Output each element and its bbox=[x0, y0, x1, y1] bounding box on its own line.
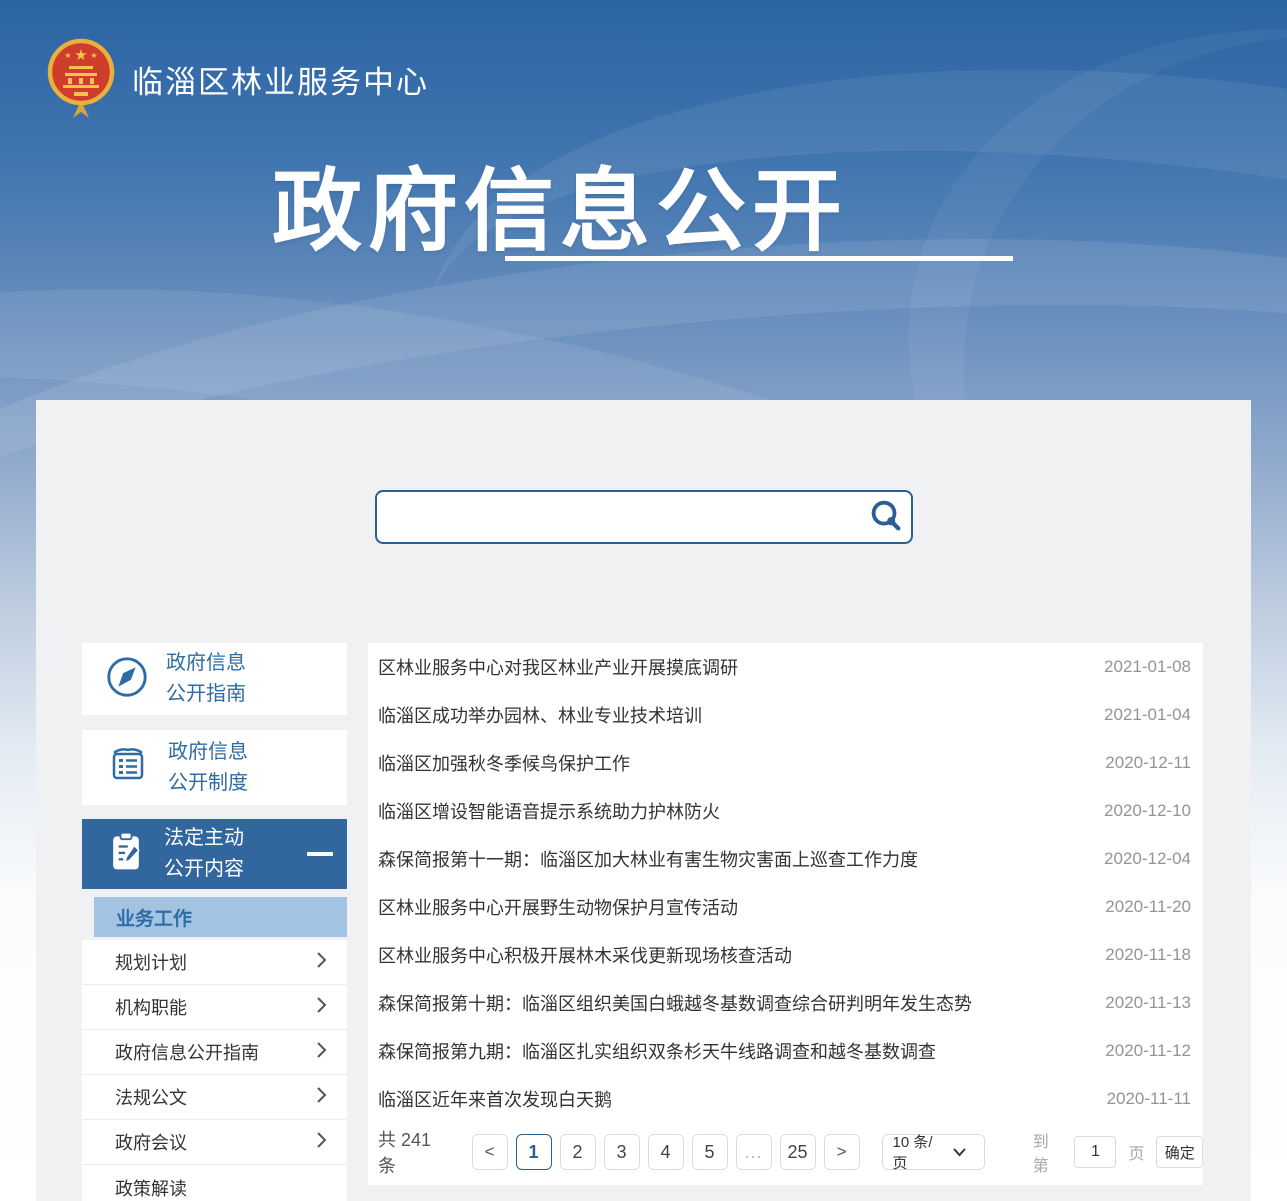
svg-text:★: ★ bbox=[74, 47, 87, 64]
news-title: 临淄区近年来首次发现白天鹅 bbox=[378, 1086, 612, 1112]
submenu-item-info-guide[interactable]: 政府信息公开指南 bbox=[82, 1030, 347, 1075]
more-pages-button[interactable]: ... bbox=[736, 1134, 772, 1170]
submenu-item-policy-interpretation[interactable]: 政策解读 bbox=[82, 1165, 347, 1201]
sidebar-item-business-work-active[interactable]: 业务工作 bbox=[94, 897, 347, 937]
sidebar-item-label: 法定主动 公开内容 bbox=[164, 823, 244, 885]
sidebar: 政府信息 公开指南 政府信息 公开制度 bbox=[82, 643, 347, 1201]
svg-text:★: ★ bbox=[64, 51, 71, 60]
active-item-label: 业务工作 bbox=[116, 904, 192, 931]
sidebar-item-label: 政府信息 公开指南 bbox=[166, 648, 246, 710]
news-row[interactable]: 临淄区近年来首次发现白天鹅 2020-11-11 bbox=[368, 1075, 1203, 1123]
news-title: 临淄区成功举办园林、林业专业技术培训 bbox=[378, 702, 702, 728]
content-panel: 政府信息 公开指南 政府信息 公开制度 bbox=[36, 400, 1251, 1201]
page-button-25[interactable]: 25 bbox=[780, 1134, 816, 1170]
news-row[interactable]: 临淄区增设智能语音提示系统助力护林防火 2020-12-10 bbox=[368, 787, 1203, 835]
clipboard-pencil-icon bbox=[104, 829, 148, 880]
page-title: 政府信息公开 bbox=[272, 138, 848, 268]
news-date: 2020-12-10 bbox=[1104, 801, 1191, 821]
news-row[interactable]: 区林业服务中心积极开展林木采伐更新现场核查活动 2020-11-18 bbox=[368, 931, 1203, 979]
next-page-button[interactable]: > bbox=[824, 1134, 860, 1170]
news-row[interactable]: 森保简报第十一期：临淄区加大林业有害生物灾害面上巡查工作力度 2020-12-0… bbox=[368, 835, 1203, 883]
goto-prefix-label: 到第 bbox=[1033, 1128, 1063, 1176]
search-icon bbox=[866, 497, 904, 538]
submenu-item-meetings[interactable]: 政府会议 bbox=[82, 1120, 347, 1165]
news-row[interactable]: 区林业服务中心开展野生动物保护月宣传活动 2020-11-20 bbox=[368, 883, 1203, 931]
news-date: 2021-01-04 bbox=[1104, 705, 1191, 725]
compass-icon bbox=[104, 654, 150, 705]
news-date: 2020-11-12 bbox=[1105, 1041, 1191, 1061]
sidebar-submenu: 规划计划 机构职能 政府信息公开指南 法规公文 政府会议 政策解读 bbox=[82, 940, 347, 1201]
search-box bbox=[375, 490, 913, 544]
news-title: 区林业服务中心积极开展林木采伐更新现场核查活动 bbox=[378, 942, 792, 968]
news-date: 2020-11-11 bbox=[1107, 1089, 1191, 1109]
news-title: 临淄区加强秋冬季候鸟保护工作 bbox=[378, 750, 630, 776]
pagination: 共 241 条 < 1 2 3 4 5 ... 25 > 10 条/页 到第 页… bbox=[368, 1133, 1203, 1171]
news-date: 2020-12-11 bbox=[1105, 753, 1191, 773]
news-date: 2020-11-18 bbox=[1105, 945, 1191, 965]
news-title: 森保简报第十期：临淄区组织美国白蛾越冬基数调查综合研判明年发生态势 bbox=[378, 990, 972, 1016]
chevron-right-icon bbox=[316, 1086, 327, 1109]
chevron-right-icon bbox=[316, 951, 327, 974]
chevron-right-icon bbox=[316, 1041, 327, 1064]
news-title: 森保简报第十一期：临淄区加大林业有害生物灾害面上巡查工作力度 bbox=[378, 846, 918, 872]
news-row[interactable]: 森保简报第九期：临淄区扎实组织双条杉天牛线路调查和越冬基数调查 2020-11-… bbox=[368, 1027, 1203, 1075]
total-count: 共 241 条 bbox=[378, 1126, 452, 1178]
page-button-4[interactable]: 4 bbox=[648, 1134, 684, 1170]
news-row[interactable]: 临淄区成功举办园林、林业专业技术培训 2021-01-04 bbox=[368, 691, 1203, 739]
news-title: 区林业服务中心开展野生动物保护月宣传活动 bbox=[378, 894, 738, 920]
site-name: 临淄区林业服务中心 bbox=[132, 57, 429, 102]
prev-page-button[interactable]: < bbox=[472, 1134, 508, 1170]
national-emblem-icon: ★ ★ ★ bbox=[44, 36, 118, 122]
news-title: 区林业服务中心对我区林业产业开展摸底调研 bbox=[378, 654, 738, 680]
news-date: 2020-11-13 bbox=[1105, 993, 1191, 1013]
sidebar-item-gov-info-system[interactable]: 政府信息 公开制度 bbox=[82, 730, 347, 805]
document-icon bbox=[104, 741, 152, 794]
sidebar-item-gov-info-guide[interactable]: 政府信息 公开指南 bbox=[82, 643, 347, 715]
chevron-right-icon bbox=[316, 996, 327, 1019]
news-date: 2020-11-20 bbox=[1105, 897, 1191, 917]
svg-text:★: ★ bbox=[90, 51, 97, 60]
news-row[interactable]: 森保简报第十期：临淄区组织美国白蛾越冬基数调查综合研判明年发生态势 2020-1… bbox=[368, 979, 1203, 1027]
submenu-item-regulations[interactable]: 法规公文 bbox=[82, 1075, 347, 1120]
chevron-down-icon bbox=[953, 1144, 966, 1161]
submenu-item-functions[interactable]: 机构职能 bbox=[82, 985, 347, 1030]
goto-page-input[interactable] bbox=[1074, 1136, 1116, 1168]
search-button[interactable] bbox=[859, 492, 911, 542]
page-button-1[interactable]: 1 bbox=[516, 1134, 552, 1170]
news-title: 森保简报第九期：临淄区扎实组织双条杉天牛线路调查和越冬基数调查 bbox=[378, 1038, 936, 1064]
page-button-2[interactable]: 2 bbox=[560, 1134, 596, 1170]
page-size-select[interactable]: 10 条/页 bbox=[882, 1134, 985, 1170]
chevron-right-icon bbox=[316, 1131, 327, 1154]
sidebar-item-label: 政府信息 公开制度 bbox=[168, 737, 248, 799]
search-input[interactable] bbox=[377, 492, 859, 542]
news-title: 临淄区增设智能语音提示系统助力护林防火 bbox=[378, 798, 720, 824]
goto-suffix-label: 页 bbox=[1128, 1140, 1144, 1164]
goto-page-group: 到第 页 确定 bbox=[1033, 1128, 1203, 1176]
news-row[interactable]: 区林业服务中心对我区林业产业开展摸底调研 2021-01-08 bbox=[368, 643, 1203, 691]
news-date: 2021-01-08 bbox=[1104, 657, 1191, 677]
news-date: 2020-12-04 bbox=[1104, 849, 1191, 869]
page-button-3[interactable]: 3 bbox=[604, 1134, 640, 1170]
news-list: 区林业服务中心对我区林业产业开展摸底调研 2021-01-08 临淄区成功举办园… bbox=[368, 643, 1203, 1185]
page-button-5[interactable]: 5 bbox=[692, 1134, 728, 1170]
minus-icon bbox=[307, 852, 333, 856]
confirm-button[interactable]: 确定 bbox=[1156, 1136, 1203, 1168]
sidebar-item-statutory-disclosure[interactable]: 法定主动 公开内容 bbox=[82, 819, 347, 889]
site-brand: ★ ★ ★ 临淄区林业服务中心 bbox=[44, 36, 429, 122]
news-row[interactable]: 临淄区加强秋冬季候鸟保护工作 2020-12-11 bbox=[368, 739, 1203, 787]
title-underline bbox=[505, 256, 1013, 261]
page-header: ★ ★ ★ 临淄区林业服务中心 政府信息公开 bbox=[0, 0, 1287, 400]
submenu-item-planning[interactable]: 规划计划 bbox=[82, 940, 347, 985]
